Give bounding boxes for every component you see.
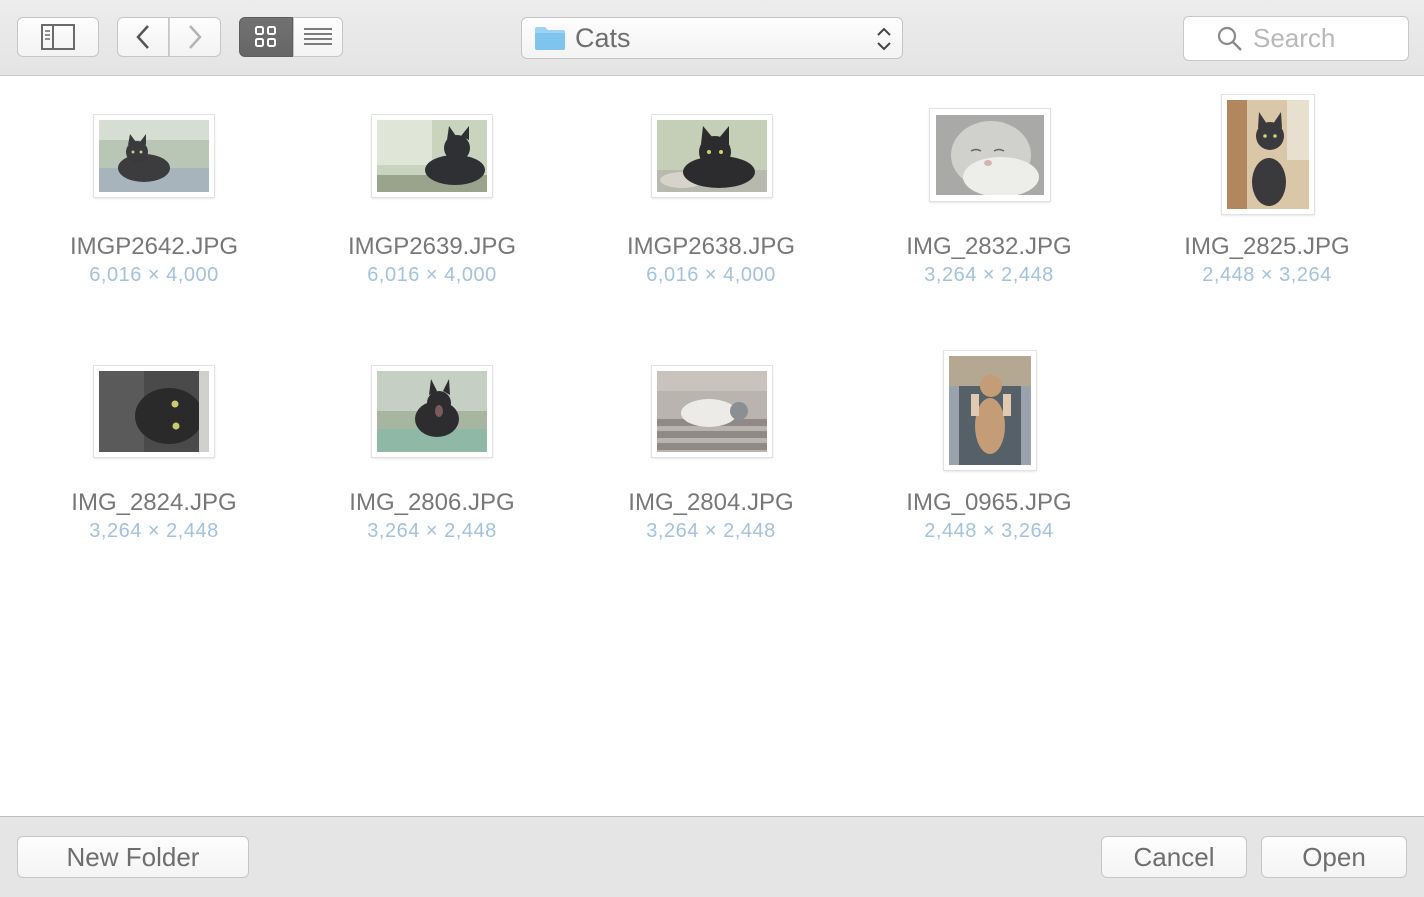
file-name: IMG_2832.JPG: [906, 233, 1072, 260]
file-name: IMG_2825.JPG: [1184, 233, 1350, 260]
file-dimensions: 3,264 × 2,448: [367, 520, 497, 542]
file-dimensions: 6,016 × 4,000: [646, 264, 776, 286]
search-icon: [1217, 26, 1242, 51]
list-icon: [304, 28, 332, 45]
file-name: IMGP2639.JPG: [347, 233, 517, 260]
file-browser: IMGP2642.JPG 6,016 × 4,000 IMGP2639.JPG …: [0, 76, 1424, 816]
file-item[interactable]: IMGP2639.JPG 6,016 × 4,000: [317, 76, 547, 306]
file-dimensions: 3,264 × 2,448: [89, 520, 219, 542]
file-dimensions: 6,016 × 4,000: [89, 264, 219, 286]
image-thumbnail: [94, 115, 214, 197]
toolbar: Cats Search: [0, 0, 1424, 76]
file-name: IMGP2638.JPG: [626, 233, 796, 260]
file-item[interactable]: IMGP2642.JPG 6,016 × 4,000: [39, 76, 269, 306]
cancel-button[interactable]: Cancel: [1101, 836, 1247, 878]
file-item[interactable]: IMG_0965.JPG 2,448 × 3,264: [874, 332, 1104, 562]
image-thumbnail: [944, 351, 1036, 470]
file-item[interactable]: IMGP2638.JPG 6,016 × 4,000: [596, 76, 826, 306]
file-item[interactable]: IMG_2832.JPG 3,264 × 2,448: [874, 76, 1104, 306]
file-dimensions: 3,264 × 2,448: [646, 520, 776, 542]
open-button[interactable]: Open: [1261, 836, 1407, 878]
file-name: IMG_2804.JPG: [628, 489, 794, 516]
grid-icon: [255, 26, 276, 47]
image-thumbnail: [372, 366, 492, 457]
location-label: Cats: [575, 22, 631, 53]
file-dimensions: 2,448 × 3,264: [924, 520, 1054, 542]
location-popup[interactable]: Cats: [521, 17, 903, 59]
chevron-up-down-icon: [877, 27, 891, 51]
folder-icon: [535, 27, 565, 50]
file-dimensions: 2,448 × 3,264: [1202, 264, 1332, 286]
image-thumbnail: [372, 115, 492, 197]
image-thumbnail: [1222, 95, 1314, 214]
file-name: IMGP2642.JPG: [69, 233, 239, 260]
new-folder-button[interactable]: New Folder: [17, 836, 249, 878]
file-item[interactable]: IMG_2824.JPG 3,264 × 2,448: [39, 332, 269, 562]
file-item[interactable]: IMG_2825.JPG 2,448 × 3,264: [1152, 76, 1382, 306]
file-name: IMG_2824.JPG: [71, 489, 237, 516]
image-thumbnail: [94, 366, 214, 457]
dialog-footer: New Folder Cancel Open: [0, 816, 1424, 897]
image-thumbnail: [652, 115, 772, 197]
search-field[interactable]: Search: [1183, 16, 1409, 61]
forward-button[interactable]: [169, 17, 221, 57]
file-item[interactable]: IMG_2804.JPG 3,264 × 2,448: [596, 332, 826, 562]
file-dimensions: 3,264 × 2,448: [924, 264, 1054, 286]
back-button[interactable]: [117, 17, 169, 57]
chevron-right-icon: [189, 25, 202, 49]
file-name: IMG_0965.JPG: [906, 489, 1072, 516]
search-placeholder: Search: [1253, 23, 1336, 53]
icon-view-button[interactable]: [239, 17, 293, 57]
sidebar-toggle-button[interactable]: [17, 17, 99, 57]
image-thumbnail: [652, 366, 772, 457]
file-item[interactable]: IMG_2806.JPG 3,264 × 2,448: [317, 332, 547, 562]
chevron-left-icon: [136, 25, 149, 49]
sidebar-icon: [41, 24, 75, 50]
file-name: IMG_2806.JPG: [349, 489, 515, 516]
list-view-button[interactable]: [293, 17, 343, 57]
file-dimensions: 6,016 × 4,000: [367, 264, 497, 286]
image-thumbnail: [930, 109, 1050, 201]
